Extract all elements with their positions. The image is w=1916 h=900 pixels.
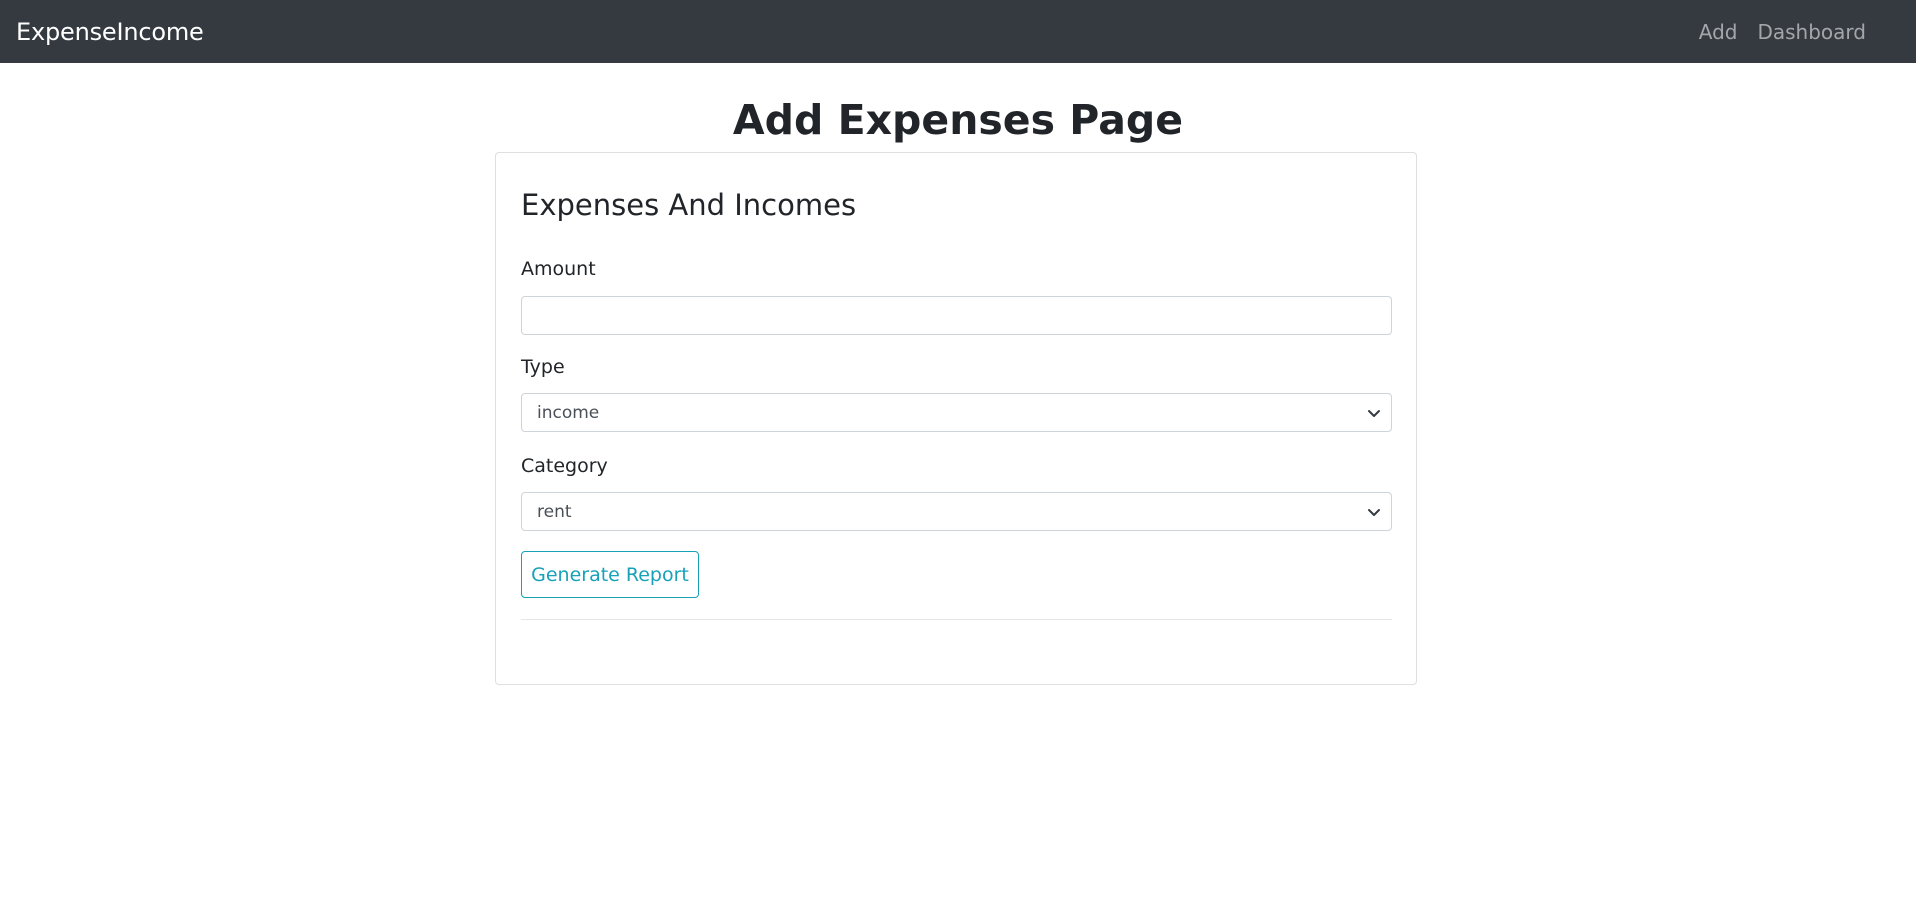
nav-link-dashboard[interactable]: Dashboard: [1757, 20, 1866, 44]
nav-link-add[interactable]: Add: [1699, 20, 1738, 44]
page-title: Add Expenses Page: [732, 96, 1184, 144]
amount-label: Amount: [521, 258, 596, 280]
type-label: Type: [521, 356, 565, 378]
chevron-down-icon: [1367, 406, 1381, 420]
category-select[interactable]: rent: [521, 492, 1392, 531]
nav-links: Add Dashboard: [1699, 20, 1866, 44]
amount-input[interactable]: [521, 296, 1392, 335]
category-selected-value: rent: [537, 501, 572, 522]
generate-report-button[interactable]: Generate Report: [521, 551, 699, 598]
chevron-down-icon: [1367, 505, 1381, 519]
divider: [521, 619, 1392, 620]
brand-link[interactable]: ExpenseIncome: [16, 18, 204, 46]
category-label: Category: [521, 455, 608, 477]
type-select[interactable]: income: [521, 393, 1392, 432]
expense-form-card: Expenses And Incomes Amount Type income …: [495, 152, 1417, 685]
card-title: Expenses And Incomes: [521, 188, 857, 222]
type-selected-value: income: [537, 402, 600, 423]
top-navbar: ExpenseIncome Add Dashboard: [0, 0, 1916, 63]
